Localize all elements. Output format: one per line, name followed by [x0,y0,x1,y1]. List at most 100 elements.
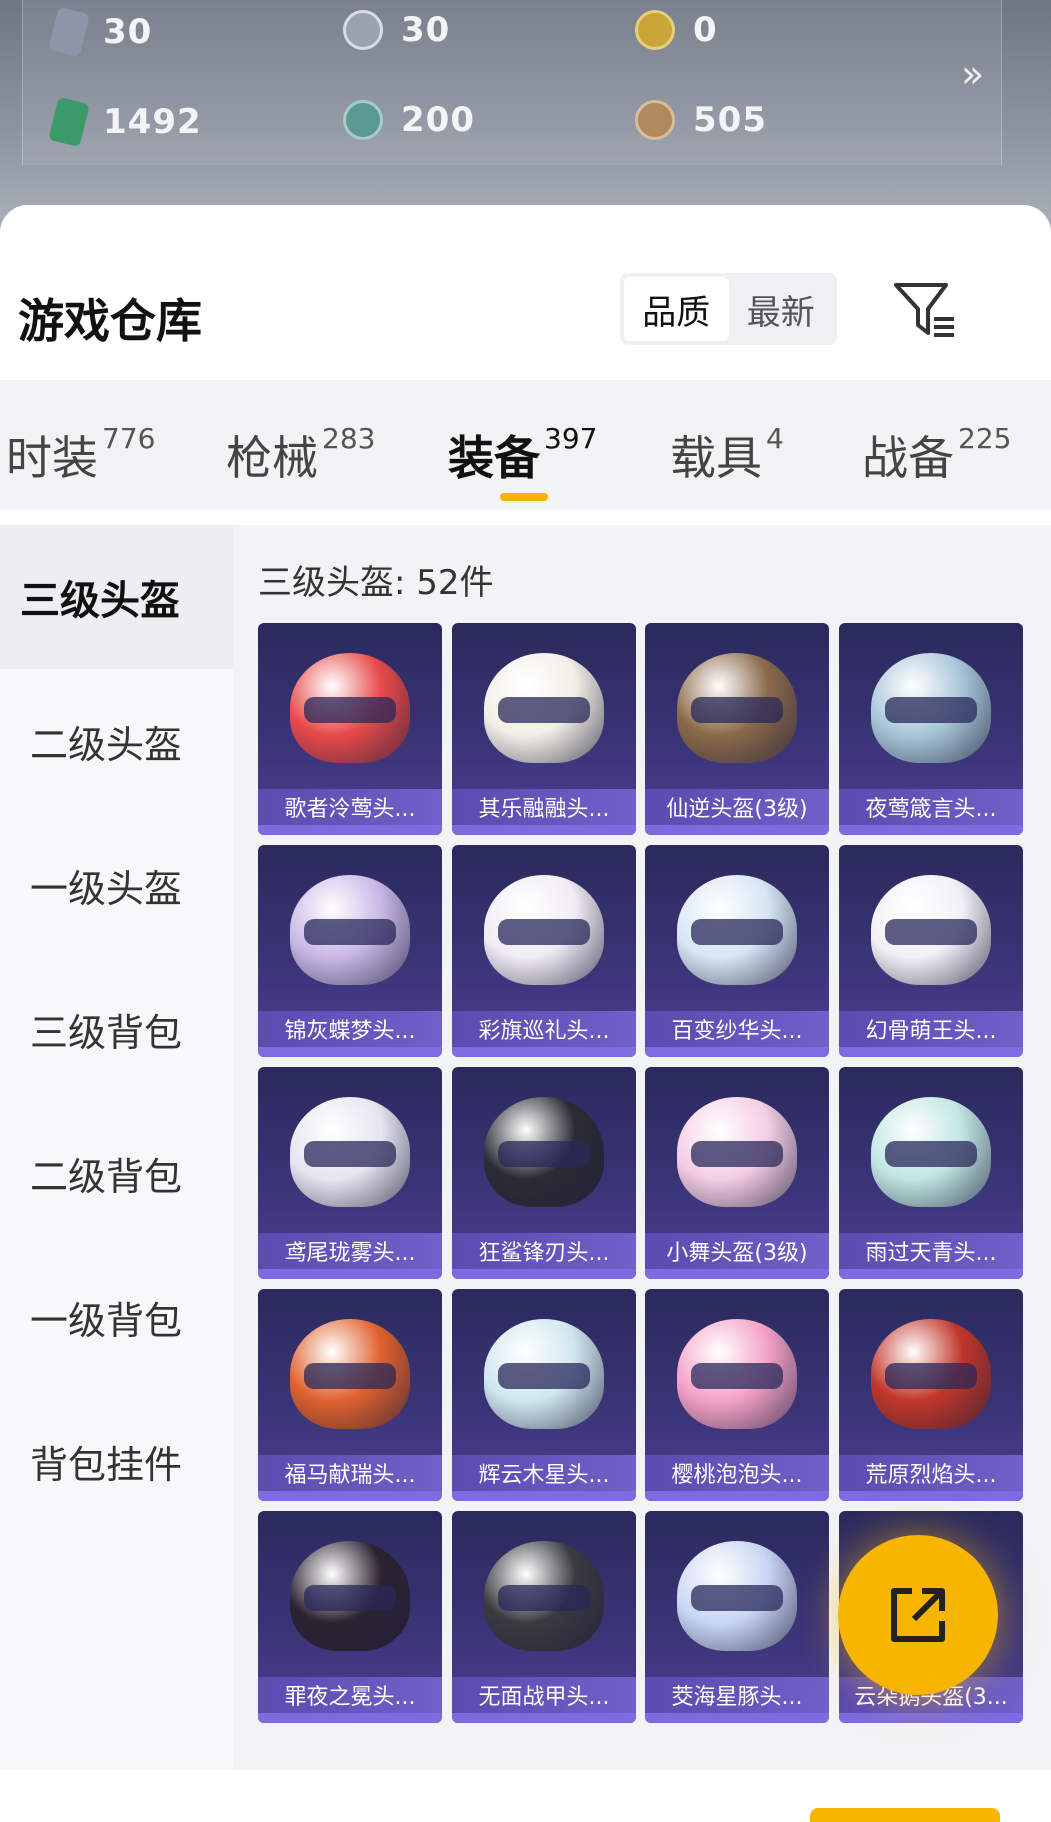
item-card[interactable]: 其乐融融头... [452,623,636,835]
item-name: 百变纱华头... [645,1011,829,1047]
quality-bar [645,1269,829,1279]
helmet-image [452,845,636,1015]
helmet-icon [871,1319,991,1429]
item-name: 雨过天青头... [839,1233,1023,1269]
quality-bar [645,1713,829,1723]
item-card[interactable]: 荒原烈焰头... [839,1289,1023,1501]
tab-count: 283 [322,422,376,455]
item-name: 锦灰蝶梦头... [258,1011,442,1047]
share-export-icon[interactable] [838,1535,998,1695]
item-card[interactable]: 夜莺箴言头... [839,623,1023,835]
sidebar-item-level2-backpack[interactable]: 二级背包 [0,1101,233,1245]
sidebar-item-level2-helmet[interactable]: 二级头盔 [0,669,233,813]
item-name: 狂鲨锋刃头... [452,1233,636,1269]
tab-label: 装备 [448,431,540,485]
tab-count: 397 [544,422,598,455]
currency-item: 505 [635,100,767,140]
item-card[interactable]: 樱桃泡泡头... [645,1289,829,1501]
tab-equipment[interactable]: 装备 397 [448,422,597,488]
sort-newest-button[interactable]: 最新 [729,277,834,341]
item-card[interactable]: 福马献瑞头... [258,1289,442,1501]
helmet-image [839,1289,1023,1459]
helmet-icon [484,653,604,763]
tab-fashion[interactable]: 时装 776 [6,422,155,488]
quality-bar [452,1491,636,1501]
tab-label: 载具 [670,431,762,485]
sort-quality-button[interactable]: 品质 [624,277,729,341]
helmet-image [452,1511,636,1681]
sidebar-item-level1-backpack[interactable]: 一级背包 [0,1245,233,1389]
currency-value: 505 [693,100,767,140]
quality-bar [258,1269,442,1279]
item-card[interactable]: 歌者泠莺头... [258,623,442,835]
sidebar-item-level3-helmet[interactable]: 三级头盔 [0,525,233,669]
helmet-icon [871,1097,991,1207]
item-card[interactable]: 小舞头盔(3级) [645,1067,829,1279]
bottom-action-button[interactable] [810,1808,1000,1822]
item-name: 辉云木星头... [452,1455,636,1491]
currency-value: 30 [103,12,153,52]
currency-item: 30 [48,6,153,58]
silver-coin-icon [343,10,383,50]
item-name: 樱桃泡泡头... [645,1455,829,1491]
double-chevron-right-icon[interactable]: » [961,52,984,96]
item-card[interactable]: 雨过天青头... [839,1067,1023,1279]
item-card[interactable]: 茭海星豚头... [645,1511,829,1723]
item-card[interactable]: 彩旗巡礼头... [452,845,636,1057]
helmet-image [839,1067,1023,1237]
tab-guns[interactable]: 枪械 283 [226,422,375,488]
currency-panel: 30 30 0 1492 200 505 » [0,0,1051,230]
helmet-icon [484,1319,604,1429]
item-name: 福马献瑞头... [258,1455,442,1491]
helmet-icon [677,1097,797,1207]
page-title: 游戏仓库 [18,294,202,348]
filter-icon[interactable] [892,279,958,341]
helmet-image [452,1289,636,1459]
quality-bar [452,1713,636,1723]
tab-count: 4 [766,422,784,455]
helmet-icon [677,653,797,763]
helmet-icon [871,653,991,763]
currency-item: 1492 [48,96,202,148]
quality-bar [645,825,829,835]
currency-panel-inner: 30 30 0 1492 200 505 » [22,0,1002,165]
teal-coin-icon [343,100,383,140]
sidebar-item-level3-backpack[interactable]: 三级背包 [0,957,233,1101]
item-card[interactable]: 百变纱华头... [645,845,829,1057]
item-name: 鸢尾珑雾头... [258,1233,442,1269]
item-name: 夜莺箴言头... [839,789,1023,825]
item-name: 罪夜之冕头... [258,1677,442,1713]
quality-bar [452,1047,636,1057]
tab-supplies[interactable]: 战备 225 [862,422,1011,488]
tab-label: 战备 [862,431,954,485]
item-card[interactable]: 狂鲨锋刃头... [452,1067,636,1279]
bronze-coin-icon [635,100,675,140]
item-card[interactable]: 锦灰蝶梦头... [258,845,442,1057]
tab-label: 枪械 [226,431,318,485]
item-card[interactable]: 仙逆头盔(3级) [645,623,829,835]
quality-bar [839,1269,1023,1279]
helmet-icon [290,1097,410,1207]
tab-count: 776 [102,422,156,455]
helmet-icon [484,875,604,985]
item-card[interactable]: 罪夜之冕头... [258,1511,442,1723]
sidebar-item-backpack-charm[interactable]: 背包挂件 [0,1389,233,1533]
helmet-icon [290,653,410,763]
helmet-image [258,845,442,1015]
quality-bar [452,1269,636,1279]
tab-label: 时装 [6,431,98,485]
currency-value: 30 [401,10,451,50]
helmet-icon [677,1319,797,1429]
tab-vehicles[interactable]: 载具 4 [670,422,784,488]
item-card[interactable]: 辉云木星头... [452,1289,636,1501]
sort-toggle: 品质 最新 [620,273,837,345]
item-card[interactable]: 鸢尾珑雾头... [258,1067,442,1279]
quality-bar [839,1491,1023,1501]
item-name: 歌者泠莺头... [258,789,442,825]
gold-coin-icon [635,10,675,50]
helmet-image [452,1067,636,1237]
item-card[interactable]: 无面战甲头... [452,1511,636,1723]
currency-value: 1492 [103,102,202,142]
sidebar-item-level1-helmet[interactable]: 一级头盔 [0,813,233,957]
item-card[interactable]: 幻骨萌王头... [839,845,1023,1057]
